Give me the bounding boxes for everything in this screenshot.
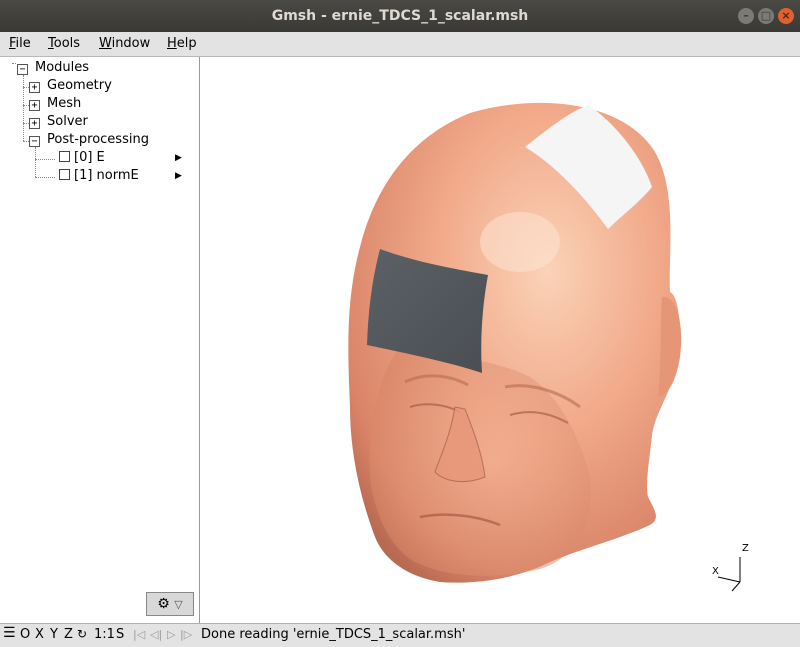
view-0-checkbox[interactable] <box>59 151 70 162</box>
menu-window[interactable]: Window <box>99 36 150 51</box>
view-1-checkbox[interactable] <box>59 169 70 180</box>
next-step-icon[interactable]: |▷ <box>180 628 192 641</box>
post-processing-expander-icon[interactable]: − <box>29 136 40 147</box>
view-row-0[interactable]: [0] E <box>59 149 105 167</box>
play-icon[interactable]: ▷ <box>167 628 175 641</box>
scale-button[interactable]: 1:1 <box>94 627 115 642</box>
axis-x-label: X <box>712 566 719 577</box>
view-0-menu-arrow-icon[interactable]: ▶ <box>175 153 182 163</box>
window-title: Gmsh - ernie_TDCS_1_scalar.msh <box>271 8 529 24</box>
menu-help[interactable]: Help <box>167 36 197 51</box>
solver-expander-icon[interactable]: + <box>29 118 40 129</box>
tree-item-post-processing[interactable]: Post-processing <box>47 131 149 149</box>
status-bar: ☰ O X Y Z ↻ 1:1 S |◁ ◁| ▷ |▷ Done readin… <box>0 623 800 647</box>
view-1-label: [1] normE <box>74 168 139 183</box>
y-view-button[interactable]: Y <box>50 627 58 642</box>
minimize-icon[interactable]: – <box>738 8 754 24</box>
tree-line <box>12 63 16 64</box>
select-button[interactable]: S <box>116 627 124 642</box>
maximize-icon[interactable]: □ <box>758 8 774 24</box>
menu-tools[interactable]: Tools <box>48 36 80 51</box>
z-view-button[interactable]: Z <box>64 627 73 642</box>
axis-z-label: Z <box>742 543 749 554</box>
tree-root-modules[interactable]: Modules <box>35 59 89 77</box>
tree-line <box>35 147 36 177</box>
title-bar: Gmsh - ernie_TDCS_1_scalar.msh – □ × <box>0 0 800 32</box>
first-step-icon[interactable]: |◁ <box>133 628 145 641</box>
dropdown-triangle-icon: ▽ <box>174 598 183 611</box>
options-gear-button[interactable]: ⚙ ▽ <box>146 592 194 616</box>
close-icon[interactable]: × <box>778 8 794 24</box>
module-tree-panel: − Modules + Geometry + Mesh + Solver − P… <box>0 57 200 623</box>
x-view-button[interactable]: X <box>35 627 44 642</box>
head-model-render: Z X <box>348 102 749 592</box>
view-0-label: [0] E <box>74 150 105 165</box>
view-row-1[interactable]: [1] normE <box>59 167 139 185</box>
origin-button[interactable]: O <box>20 627 30 642</box>
menu-bar: File Tools Window Help <box>0 32 800 57</box>
tree-item-mesh[interactable]: Mesh <box>47 95 81 113</box>
modules-expander-icon[interactable]: − <box>17 64 28 75</box>
tree-line <box>35 177 55 178</box>
axes-indicator: Z X <box>712 543 749 592</box>
tree-item-solver[interactable]: Solver <box>47 113 88 131</box>
graphics-viewport[interactable]: Z X <box>200 57 800 623</box>
prev-step-icon[interactable]: ◁| <box>150 628 162 641</box>
forehead-highlight <box>480 212 560 272</box>
tree-item-geometry[interactable]: Geometry <box>47 77 112 95</box>
status-message: Done reading 'ernie_TDCS_1_scalar.msh' <box>201 627 466 642</box>
menu-toggle-icon[interactable]: ☰ <box>3 625 16 641</box>
tree-line <box>35 159 55 160</box>
rotate-icon[interactable]: ↻ <box>77 627 87 641</box>
geometry-expander-icon[interactable]: + <box>29 82 40 93</box>
mesh-expander-icon[interactable]: + <box>29 100 40 111</box>
menu-file[interactable]: File <box>9 36 31 51</box>
gear-icon: ⚙ <box>157 596 170 612</box>
view-1-menu-arrow-icon[interactable]: ▶ <box>175 171 182 181</box>
tree-line <box>23 75 24 141</box>
